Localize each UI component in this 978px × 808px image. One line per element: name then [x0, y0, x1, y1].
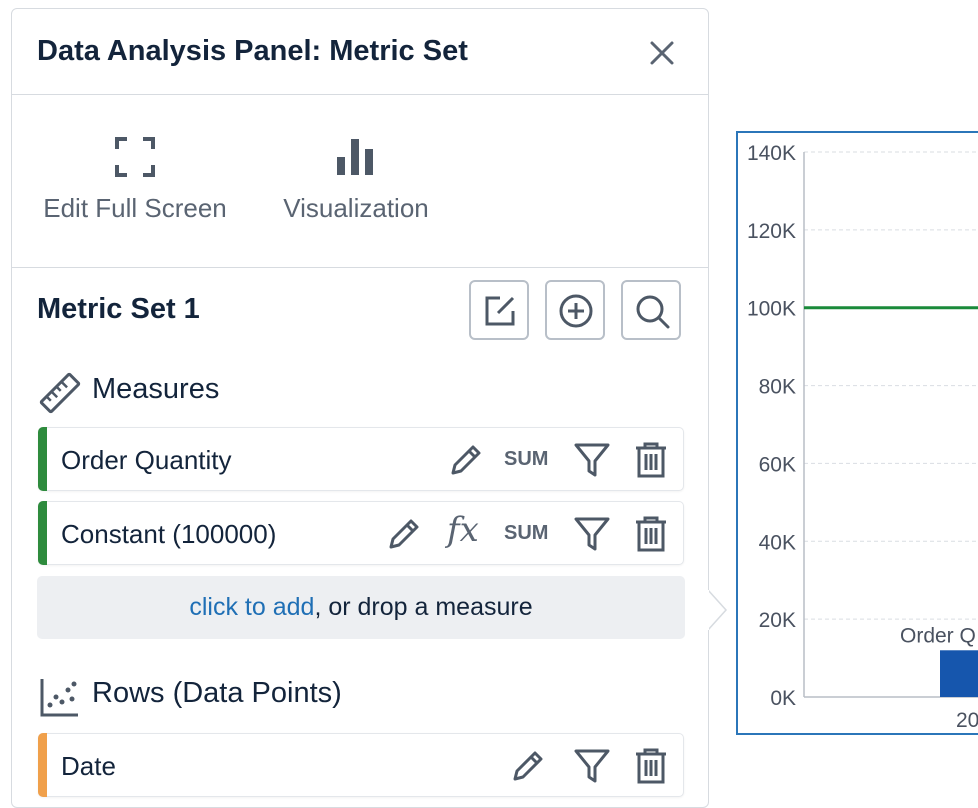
- edit-full-screen-label: Edit Full Screen: [43, 193, 227, 223]
- measure-item-order-quantity[interactable]: Order Quantity SUM: [38, 427, 684, 491]
- plus-circle-icon: [559, 294, 593, 328]
- trash-icon[interactable]: [632, 515, 670, 553]
- filter-icon[interactable]: [573, 747, 611, 785]
- aggregation-sum-button[interactable]: SUM: [504, 448, 548, 471]
- y-tick-label: 60K: [759, 453, 796, 476]
- y-tick-label: 120K: [747, 220, 796, 243]
- trash-icon[interactable]: [632, 441, 670, 479]
- panel-header: Data Analysis Panel: Metric Set: [12, 9, 708, 95]
- panel-title: Data Analysis Panel: Metric Set: [37, 35, 468, 67]
- filter-icon[interactable]: [573, 441, 611, 479]
- click-to-add-link[interactable]: click to add: [189, 593, 314, 621]
- y-tick-label: 100K: [747, 298, 796, 321]
- row-color-bar: [38, 733, 47, 797]
- bar-chart-icon: [337, 139, 373, 175]
- y-tick-label: 20K: [759, 609, 796, 632]
- formula-fx-icon[interactable]: fx: [447, 510, 479, 550]
- search-icon: [636, 295, 670, 329]
- pencil-icon[interactable]: [385, 515, 423, 553]
- pencil-icon[interactable]: [509, 747, 547, 785]
- measure-name: Order Quantity: [61, 445, 232, 475]
- edit-metric-set-button[interactable]: [469, 280, 529, 340]
- measure-drop-zone[interactable]: click to add, or drop a measure: [37, 576, 685, 639]
- metric-set-title: Metric Set 1: [37, 293, 200, 325]
- close-button[interactable]: [644, 35, 680, 71]
- ruler-icon: [39, 372, 81, 414]
- edit-full-screen-button[interactable]: Edit Full Screen: [32, 135, 238, 224]
- drop-zone-text: , or drop a measure: [314, 593, 533, 621]
- y-tick-label: 0K: [770, 687, 796, 710]
- measure-item-constant[interactable]: Constant (100000) fx SUM: [38, 501, 684, 565]
- row-item-date[interactable]: Date: [38, 733, 684, 797]
- y-tick-label: 140K: [747, 142, 796, 165]
- x-tick-label: 20: [956, 709, 978, 732]
- panel-pointer-arrow: [706, 590, 728, 630]
- edit-square-icon: [485, 296, 515, 326]
- panel-toolbar: Edit Full Screen Visualization: [12, 95, 708, 268]
- filter-icon[interactable]: [573, 515, 611, 553]
- chart-preview[interactable]: 140K 120K 100K 80K 60K 40K 20K 0K Order Q 20: [736, 131, 978, 735]
- measure-color-bar: [38, 501, 47, 565]
- visualization-button[interactable]: Visualization: [270, 135, 442, 224]
- close-icon: [650, 41, 674, 65]
- scatter-plot-icon: [40, 679, 78, 717]
- bar-order-quantity: [940, 650, 978, 697]
- fullscreen-icon: [115, 137, 155, 177]
- measures-heading-label: Measures: [92, 373, 220, 405]
- measure-color-bar: [38, 427, 47, 491]
- rows-heading-label: Rows (Data Points): [92, 677, 342, 709]
- pencil-icon[interactable]: [447, 441, 485, 479]
- data-analysis-panel: Data Analysis Panel: Metric Set Edit Ful…: [11, 8, 709, 808]
- aggregation-sum-button[interactable]: SUM: [504, 522, 548, 545]
- bar-data-label: Order Q: [900, 624, 976, 647]
- y-tick-label: 80K: [759, 376, 796, 399]
- visualization-label: Visualization: [283, 193, 429, 223]
- row-name: Date: [61, 751, 116, 781]
- trash-icon[interactable]: [632, 747, 670, 785]
- search-button[interactable]: [621, 280, 681, 340]
- measure-name: Constant (100000): [61, 519, 277, 549]
- y-tick-label: 40K: [759, 531, 796, 554]
- chart-svg: 140K 120K 100K 80K 60K 40K 20K 0K Order Q 20: [747, 142, 978, 732]
- add-metric-button[interactable]: [545, 280, 605, 340]
